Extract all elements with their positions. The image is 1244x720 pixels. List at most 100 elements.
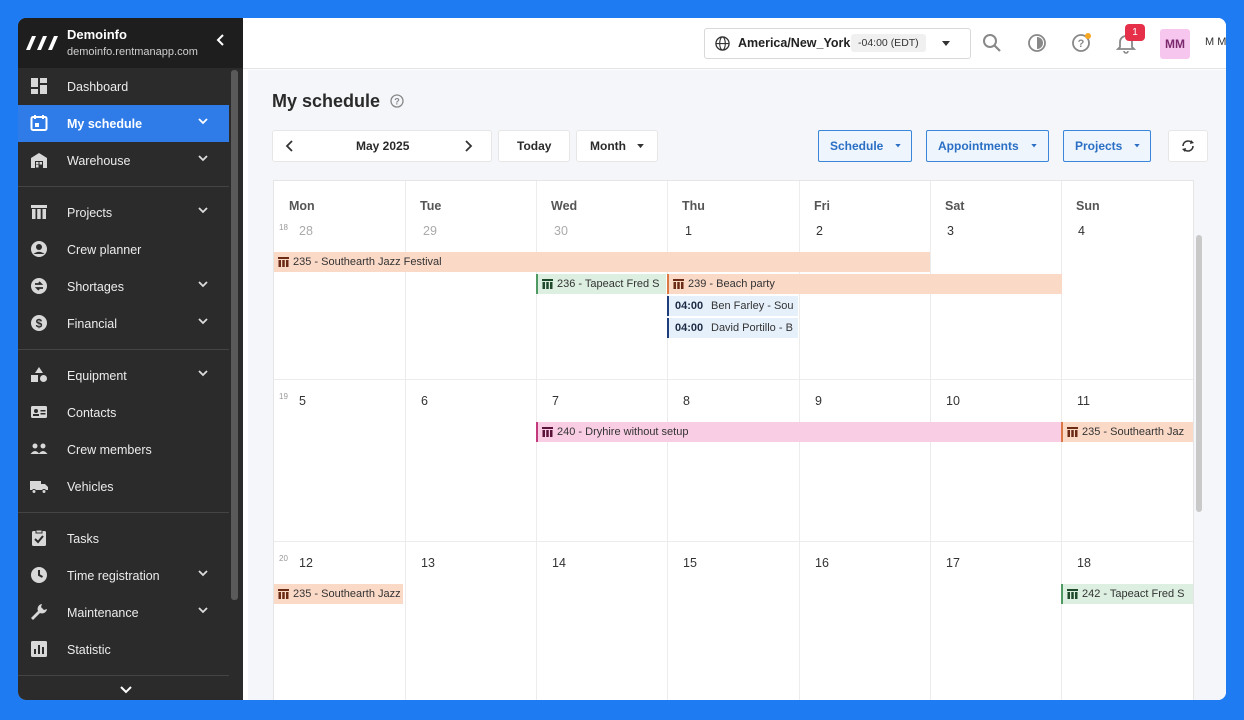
day-number[interactable]: 13 — [421, 556, 435, 570]
projects-filter[interactable]: Projects — [1063, 130, 1151, 162]
sidebar-item-warehouse[interactable]: Warehouse — [18, 142, 229, 179]
calendar-event[interactable]: 235 - Southearth Jazz — [274, 584, 403, 604]
week-number: 18 — [279, 223, 288, 232]
chevron-down-icon — [198, 281, 208, 288]
calendar-event[interactable]: 242 - Tapeact Fred S — [1061, 584, 1193, 604]
nav-divider — [18, 186, 229, 187]
day-number[interactable]: 18 — [1077, 556, 1091, 570]
calendar-icon — [30, 115, 48, 131]
sidebar-item-label: Statistic — [67, 643, 111, 657]
brand-header: Demoinfo demoinfo.rentmanapp.com — [18, 18, 243, 68]
day-number[interactable]: 11 — [1077, 394, 1090, 408]
sidebar-item-time-registration[interactable]: Time registration — [18, 557, 229, 594]
sidebar-item-equipment[interactable]: Equipment — [18, 357, 229, 394]
sidebar-item-label: Crew members — [67, 443, 152, 457]
truck-icon — [30, 481, 48, 494]
weekday-header: Sat — [945, 199, 965, 213]
sidebar-item-dashboard[interactable]: Dashboard — [18, 68, 229, 105]
sidebar-item-label: Dashboard — [67, 80, 129, 94]
projects-icon — [31, 205, 47, 219]
day-number[interactable]: 29 — [423, 224, 437, 238]
help-icon[interactable]: ? — [1070, 32, 1092, 54]
day-number[interactable]: 14 — [552, 556, 566, 570]
warehouse-icon — [31, 153, 47, 168]
appointments-filter[interactable]: Appointments — [926, 130, 1049, 162]
weekday-header: Mon — [289, 199, 315, 213]
appointment-event[interactable]: 04:00 David Portillo - B — [667, 318, 798, 338]
sidebar-item-contacts[interactable]: Contacts — [18, 394, 229, 431]
sidebar-item-tasks[interactable]: Tasks — [18, 520, 229, 557]
chevron-right-icon[interactable] — [463, 140, 473, 152]
day-number[interactable]: 15 — [683, 556, 697, 570]
month-calendar: Mon Tue Wed Thu Fri Sat Sun 18 28 29 30 … — [273, 180, 1194, 700]
avatar[interactable]: MM — [1160, 29, 1190, 59]
calendar-event[interactable]: 239 - Beach party — [667, 274, 1062, 294]
day-number[interactable]: 17 — [946, 556, 960, 570]
calendar-event[interactable]: 235 - Southearth Jazz Festival — [274, 252, 930, 272]
calendar-event[interactable]: 240 - Dryhire without setup — [536, 422, 1062, 442]
day-number[interactable]: 10 — [946, 394, 960, 408]
timezone-name: America/New_York — [738, 36, 851, 50]
day-number[interactable]: 30 — [554, 224, 568, 238]
dollar-icon: $ — [31, 315, 47, 331]
caret-down-icon — [637, 144, 644, 149]
crew-icon — [30, 443, 48, 454]
chevron-down-icon — [198, 370, 208, 377]
nav-divider — [18, 675, 229, 676]
week-number: 19 — [279, 392, 288, 401]
sidebar-item-financial[interactable]: $ Financial — [18, 305, 229, 342]
day-number[interactable]: 5 — [299, 394, 306, 408]
event-time: 04:00 — [675, 300, 704, 312]
event-title: 235 - Southearth Jaz — [1082, 426, 1185, 438]
sidebar-item-projects[interactable]: Projects — [18, 194, 229, 231]
event-title: Ben Farley - Sou — [711, 300, 794, 312]
shortages-icon — [31, 278, 47, 294]
period-label[interactable]: May 2025 — [356, 139, 409, 153]
day-number[interactable]: 16 — [815, 556, 829, 570]
day-number[interactable]: 28 — [299, 224, 313, 238]
appointment-event[interactable]: 04:00 Ben Farley - Sou — [667, 296, 798, 316]
calendar-event[interactable]: 236 - Tapeact Fred S — [536, 274, 666, 294]
day-number[interactable]: 8 — [683, 394, 690, 408]
sidebar-item-label: Shortages — [67, 280, 124, 294]
today-button[interactable]: Today — [498, 130, 570, 162]
weekday-header: Sun — [1076, 199, 1100, 213]
search-icon[interactable] — [981, 32, 1003, 54]
sidebar-item-maintenance[interactable]: Maintenance — [18, 594, 229, 631]
day-number[interactable]: 7 — [552, 394, 559, 408]
day-number[interactable]: 2 — [816, 224, 823, 238]
calendar-event[interactable]: 235 - Southearth Jaz — [1061, 422, 1193, 442]
day-number[interactable]: 9 — [815, 394, 822, 408]
user-name[interactable]: M M — [1205, 36, 1226, 48]
day-number[interactable]: 1 — [685, 224, 692, 238]
caret-down-icon — [1031, 144, 1037, 148]
schedule-filter[interactable]: Schedule — [818, 130, 912, 162]
calendar-scrollbar[interactable] — [1196, 235, 1202, 512]
sidebar-item-my-schedule[interactable]: My schedule — [18, 105, 229, 142]
day-number[interactable]: 4 — [1078, 224, 1085, 238]
sidebar-item-label: Vehicles — [67, 480, 114, 494]
theme-toggle-icon[interactable] — [1026, 32, 1048, 54]
sidebar-item-crew-planner[interactable]: Crew planner — [18, 231, 229, 268]
sidebar-item-vehicles[interactable]: Vehicles — [18, 468, 229, 505]
chevron-left-icon[interactable] — [285, 140, 295, 152]
sidebar-item-shortages[interactable]: Shortages — [18, 268, 229, 305]
refresh-button[interactable] — [1168, 130, 1208, 162]
chevron-down-icon — [198, 118, 208, 125]
row-divider — [274, 379, 1193, 380]
project-icon — [1067, 427, 1078, 437]
caret-down-icon — [942, 41, 950, 46]
help-icon[interactable]: ? — [390, 94, 404, 108]
day-number[interactable]: 3 — [947, 224, 954, 238]
view-select[interactable]: Month — [576, 130, 658, 162]
sidebar-scrollbar[interactable] — [231, 70, 238, 600]
day-number[interactable]: 6 — [421, 394, 428, 408]
collapse-sidebar-button[interactable] — [211, 32, 231, 52]
sidebar-item-statistic[interactable]: Statistic — [18, 631, 229, 668]
sidebar-item-crew-members[interactable]: Crew members — [18, 431, 229, 468]
sidebar-item-label: Crew planner — [67, 243, 142, 257]
chevron-down-icon[interactable] — [118, 684, 134, 696]
timezone-select[interactable]: America/New_York -04:00 (EDT) — [704, 28, 971, 59]
day-number[interactable]: 12 — [299, 556, 313, 570]
svg-text:$: $ — [36, 317, 43, 331]
